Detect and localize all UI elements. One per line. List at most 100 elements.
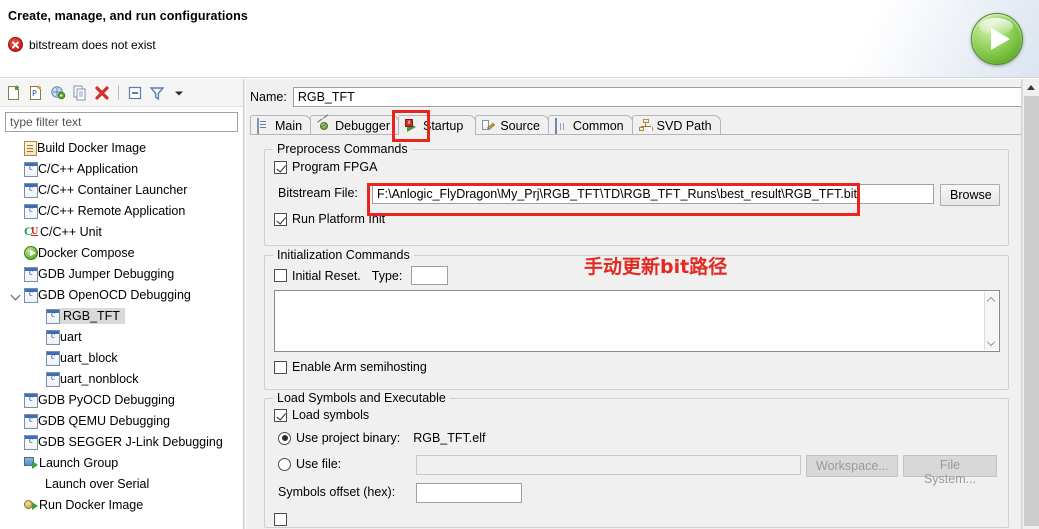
tree-item-c-c-remote-application[interactable]: C/C++ Remote Application — [0, 200, 243, 221]
tree-item-gdb-qemu-debugging[interactable]: GDB QEMU Debugging — [0, 410, 243, 431]
preprocess-commands-title: Preprocess Commands — [273, 142, 412, 156]
tree-item-label: C/C++ Unit — [40, 224, 102, 239]
scroll-up-icon[interactable] — [988, 296, 996, 304]
run-platform-init-label: Run Platform Init — [292, 212, 386, 226]
use-file-radio[interactable] — [278, 457, 291, 471]
collapse-all-icon[interactable] — [125, 83, 145, 103]
run-platform-init-row[interactable]: Run Platform Init — [274, 212, 385, 226]
tab-main[interactable]: Main — [250, 115, 312, 135]
bottom-partial-checkbox[interactable] — [274, 513, 287, 526]
semihosting-checkbox[interactable] — [274, 360, 287, 374]
browse-button[interactable]: Browse — [940, 184, 1000, 206]
source-edit-icon — [482, 119, 496, 133]
initialization-commands-textarea[interactable] — [274, 290, 1000, 352]
tree-toolbar: P — [0, 79, 243, 107]
tree-item-uart-block[interactable]: uart_block — [0, 347, 243, 368]
tab-common[interactable]: Common — [547, 115, 633, 135]
tree-expander-spacer — [8, 242, 24, 263]
tree-item-docker-compose[interactable]: Docker Compose — [0, 242, 243, 263]
tree-item-c-c-application[interactable]: C/C++ Application — [0, 158, 243, 179]
c-cpp-icon — [24, 413, 38, 429]
textarea-scrollbar[interactable] — [984, 292, 998, 350]
initial-reset-checkbox[interactable] — [274, 269, 287, 282]
tree-expander-spacer — [30, 368, 46, 389]
tab-startup[interactable]: x Startup — [398, 115, 477, 135]
tree-item-gdb-openocd-debugging[interactable]: GDB OpenOCD Debugging — [0, 284, 243, 305]
filter-input[interactable] — [5, 112, 238, 132]
use-project-binary-row[interactable]: Use project binary: RGB_TFT.elf — [278, 431, 485, 445]
tab-debugger[interactable]: Debugger — [310, 115, 399, 135]
c-cpp-icon — [24, 161, 38, 177]
configurations-tree[interactable]: Build Docker Image C/C++ Application C/C++… — [0, 137, 243, 529]
reset-type-label: Type: — [371, 268, 403, 283]
tree-item-label: uart_block — [60, 350, 118, 365]
tab-source[interactable]: Source — [475, 115, 549, 135]
program-fpga-checkbox[interactable] — [274, 160, 287, 174]
use-project-binary-radio[interactable] — [278, 431, 291, 445]
tree-item-rgb-tft[interactable]: RGB_TFT — [0, 305, 243, 326]
configuration-editor-panel: Name: Main Debugger x Startup Source Common SV… — [246, 79, 1039, 529]
run-platform-init-checkbox[interactable] — [274, 212, 287, 226]
tree-item-label: C/C++ Remote Application — [38, 203, 186, 218]
view-menu-icon[interactable] — [169, 83, 189, 103]
use-file-input[interactable] — [416, 455, 801, 475]
tree-expander-icon[interactable] — [8, 284, 24, 305]
new-prototype-icon[interactable]: P — [26, 83, 46, 103]
tree-expander-spacer — [8, 389, 24, 410]
run-play-icon[interactable] — [971, 13, 1023, 65]
tree-item-gdb-segger-j-link-debugging[interactable]: GDB SEGGER J-Link Debugging — [0, 431, 243, 452]
tree-item-label: GDB Jumper Debugging — [38, 266, 175, 281]
scroll-down-icon[interactable] — [988, 338, 996, 346]
file-system-button[interactable]: File System... — [903, 455, 997, 486]
tree-expander-spacer — [8, 473, 24, 494]
c-cpp-icon — [24, 182, 38, 198]
symbols-offset-input[interactable] — [416, 483, 522, 503]
tree-item-gdb-jumper-debugging[interactable]: GDB Jumper Debugging — [0, 263, 243, 284]
load-symbols-row[interactable]: Load symbols — [274, 408, 369, 422]
error-message-row: bitstream does not exist — [8, 37, 156, 52]
tree-item-gdb-pyocd-debugging[interactable]: GDB PyOCD Debugging — [0, 389, 243, 410]
c-cpp-icon — [46, 308, 60, 324]
launch-configurations-dialog: Create, manage, and run configurations b… — [0, 0, 1039, 529]
tree-item-build-docker-image[interactable]: Build Docker Image — [0, 137, 243, 158]
tab-label: Main — [275, 118, 303, 133]
use-file-row[interactable]: Use file: — [278, 457, 341, 471]
tree-item-run-docker-image[interactable]: Run Docker Image — [0, 494, 243, 515]
filter-icon[interactable] — [147, 83, 167, 103]
tab-label: Startup — [423, 118, 464, 133]
duplicate-icon[interactable] — [70, 83, 90, 103]
reset-type-input[interactable] — [411, 266, 449, 285]
partial-bottom-checkbox-row[interactable] — [274, 513, 287, 526]
tree-expander-spacer — [8, 137, 24, 158]
delete-icon[interactable] — [92, 83, 112, 103]
bitstream-file-row: Bitstream File: — [278, 186, 358, 200]
export-icon[interactable] — [48, 83, 68, 103]
tree-item-label: GDB SEGGER J-Link Debugging — [38, 434, 223, 449]
workspace-button[interactable]: Workspace... — [806, 455, 898, 477]
load-symbols-checkbox[interactable] — [274, 408, 287, 422]
scrollbar-thumb[interactable] — [1024, 96, 1039, 526]
tab-svd-path[interactable]: SVD Path — [631, 115, 721, 135]
tree-expander-spacer — [8, 221, 24, 242]
program-fpga-row[interactable]: Program FPGA — [274, 160, 377, 174]
tree-item-label: Launch over Serial — [45, 476, 150, 491]
tree-item-c-c-unit[interactable]: C/C++ Unit — [0, 221, 243, 242]
tree-item-uart[interactable]: uart — [0, 326, 243, 347]
tree-item-launch-group[interactable]: Launch Group — [0, 452, 243, 473]
main-doc-icon — [257, 117, 271, 134]
c-cpp-icon — [46, 329, 60, 345]
tab-bar[interactable]: Main Debugger x Startup Source Common SVD Path — [250, 115, 1035, 135]
tree-item-c-c-container-launcher[interactable]: C/C++ Container Launcher — [0, 179, 243, 200]
tree-item-uart-nonblock[interactable]: uart_nonblock — [0, 368, 243, 389]
header-divider — [0, 77, 1039, 78]
common-table-icon — [554, 117, 569, 134]
tree-item-launch-over-serial[interactable]: Launch over Serial — [0, 473, 243, 494]
editor-vertical-scrollbar[interactable] — [1022, 79, 1039, 529]
tree-expander-spacer — [8, 179, 24, 200]
bitstream-file-input[interactable] — [372, 184, 934, 204]
initial-reset-row[interactable]: Initial Reset. Type: — [274, 266, 449, 285]
name-input[interactable] — [292, 87, 1035, 107]
new-configuration-icon[interactable] — [4, 83, 24, 103]
scroll-up-arrow-icon[interactable] — [1023, 79, 1039, 95]
semihosting-row[interactable]: Enable Arm semihosting — [274, 360, 427, 374]
